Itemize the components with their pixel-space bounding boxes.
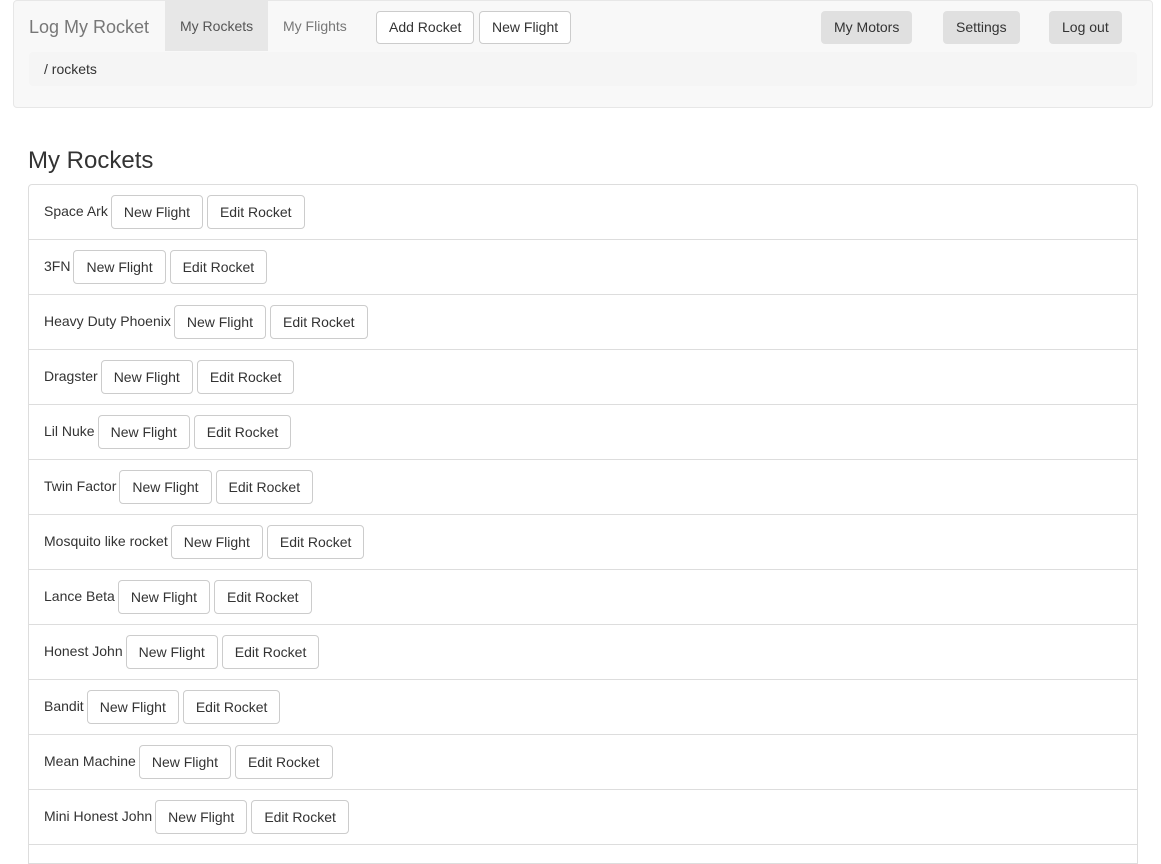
rocket-row: Bandit New Flight Edit Rocket <box>29 680 1137 735</box>
rocket-row: Heavy Duty Phoenix New Flight Edit Rocke… <box>29 295 1137 350</box>
edit-rocket-button[interactable]: Edit Rocket <box>169 250 268 284</box>
rocket-row: Twin Factor New Flight Edit Rocket <box>29 460 1137 515</box>
new-flight-button[interactable]: New Flight <box>125 635 218 669</box>
new-flight-button[interactable]: New Flight <box>155 800 248 834</box>
rocket-row: Dragster New Flight Edit Rocket <box>29 350 1137 405</box>
rocket-name: Mean Machine <box>44 752 136 769</box>
nav-my-rockets[interactable]: My Rockets <box>165 1 269 51</box>
rocket-name: Mini Honest John <box>44 807 153 824</box>
rocket-row: Mean Machine New Flight Edit Rocket <box>29 735 1137 790</box>
rocket-name: Mosquito like rocket <box>44 532 168 549</box>
rocket-name: Heavy Duty Phoenix <box>44 312 171 329</box>
rocket-name: Dragster <box>44 367 98 384</box>
edit-rocket-button[interactable]: Edit Rocket <box>193 415 292 449</box>
rocket-name: 3FN <box>44 257 71 274</box>
rocket-name: Twin Factor <box>44 477 117 494</box>
rocket-list: Space Ark New Flight Edit Rocket 3FN New… <box>28 184 1138 864</box>
my-motors-button[interactable]: My Motors <box>821 11 913 44</box>
rocket-row: Lil Nuke New Flight Edit Rocket <box>29 405 1137 460</box>
edit-rocket-button[interactable]: Edit Rocket <box>266 525 365 559</box>
brand-logo[interactable]: Log My Rocket <box>29 16 149 38</box>
edit-rocket-button[interactable]: Edit Rocket <box>269 305 368 339</box>
rocket-row: Mosquito like rocket New Flight Edit Roc… <box>29 515 1137 570</box>
new-flight-button[interactable]: New Flight <box>110 195 203 229</box>
rocket-name: Honest John <box>44 642 123 659</box>
new-flight-button[interactable]: New Flight <box>138 745 231 779</box>
new-flight-button[interactable]: New Flight <box>170 525 263 559</box>
rocket-row: 3FN New Flight Edit Rocket <box>29 240 1137 295</box>
rocket-row: Space Ark New Flight Edit Rocket <box>29 185 1137 240</box>
edit-rocket-button[interactable]: Edit Rocket <box>221 635 320 669</box>
rocket-name: Space Ark <box>44 202 108 219</box>
edit-rocket-button[interactable]: Edit Rocket <box>234 745 333 779</box>
add-rocket-button[interactable]: Add Rocket <box>376 11 475 44</box>
new-flight-button[interactable]: New Flight <box>97 415 190 449</box>
log-out-button[interactable]: Log out <box>1049 11 1122 44</box>
new-flight-button[interactable]: New Flight <box>100 360 193 394</box>
rocket-row: Mini Honest John New Flight Edit Rocket <box>29 790 1137 845</box>
nav-my-flights[interactable]: My Flights <box>268 1 362 51</box>
edit-rocket-button[interactable]: Edit Rocket <box>213 580 312 614</box>
settings-button[interactable]: Settings <box>943 11 1020 44</box>
page-title: My Rockets <box>28 147 154 174</box>
new-flight-button[interactable]: New Flight <box>73 250 166 284</box>
rocket-name: Bandit <box>44 697 84 714</box>
breadcrumb: / rockets <box>29 52 1137 86</box>
rocket-row: Lance Beta New Flight Edit Rocket <box>29 570 1137 625</box>
rocket-name: Lil Nuke <box>44 422 95 439</box>
edit-rocket-button[interactable]: Edit Rocket <box>215 470 314 504</box>
edit-rocket-button[interactable]: Edit Rocket <box>206 195 305 229</box>
new-flight-button[interactable]: New Flight <box>119 470 212 504</box>
new-flight-button[interactable]: New Flight <box>117 580 210 614</box>
edit-rocket-button[interactable]: Edit Rocket <box>182 690 281 724</box>
rocket-name: Lance Beta <box>44 587 115 604</box>
new-flight-button[interactable]: New Flight <box>173 305 266 339</box>
edit-rocket-button[interactable]: Edit Rocket <box>196 360 295 394</box>
navbar: Log My Rocket My Rockets My Flights Add … <box>13 0 1153 108</box>
edit-rocket-button[interactable]: Edit Rocket <box>251 800 349 834</box>
rocket-row: Honest John New Flight Edit Rocket <box>29 625 1137 680</box>
nav-new-flight-button[interactable]: New Flight <box>479 11 572 44</box>
new-flight-button[interactable]: New Flight <box>86 690 179 724</box>
